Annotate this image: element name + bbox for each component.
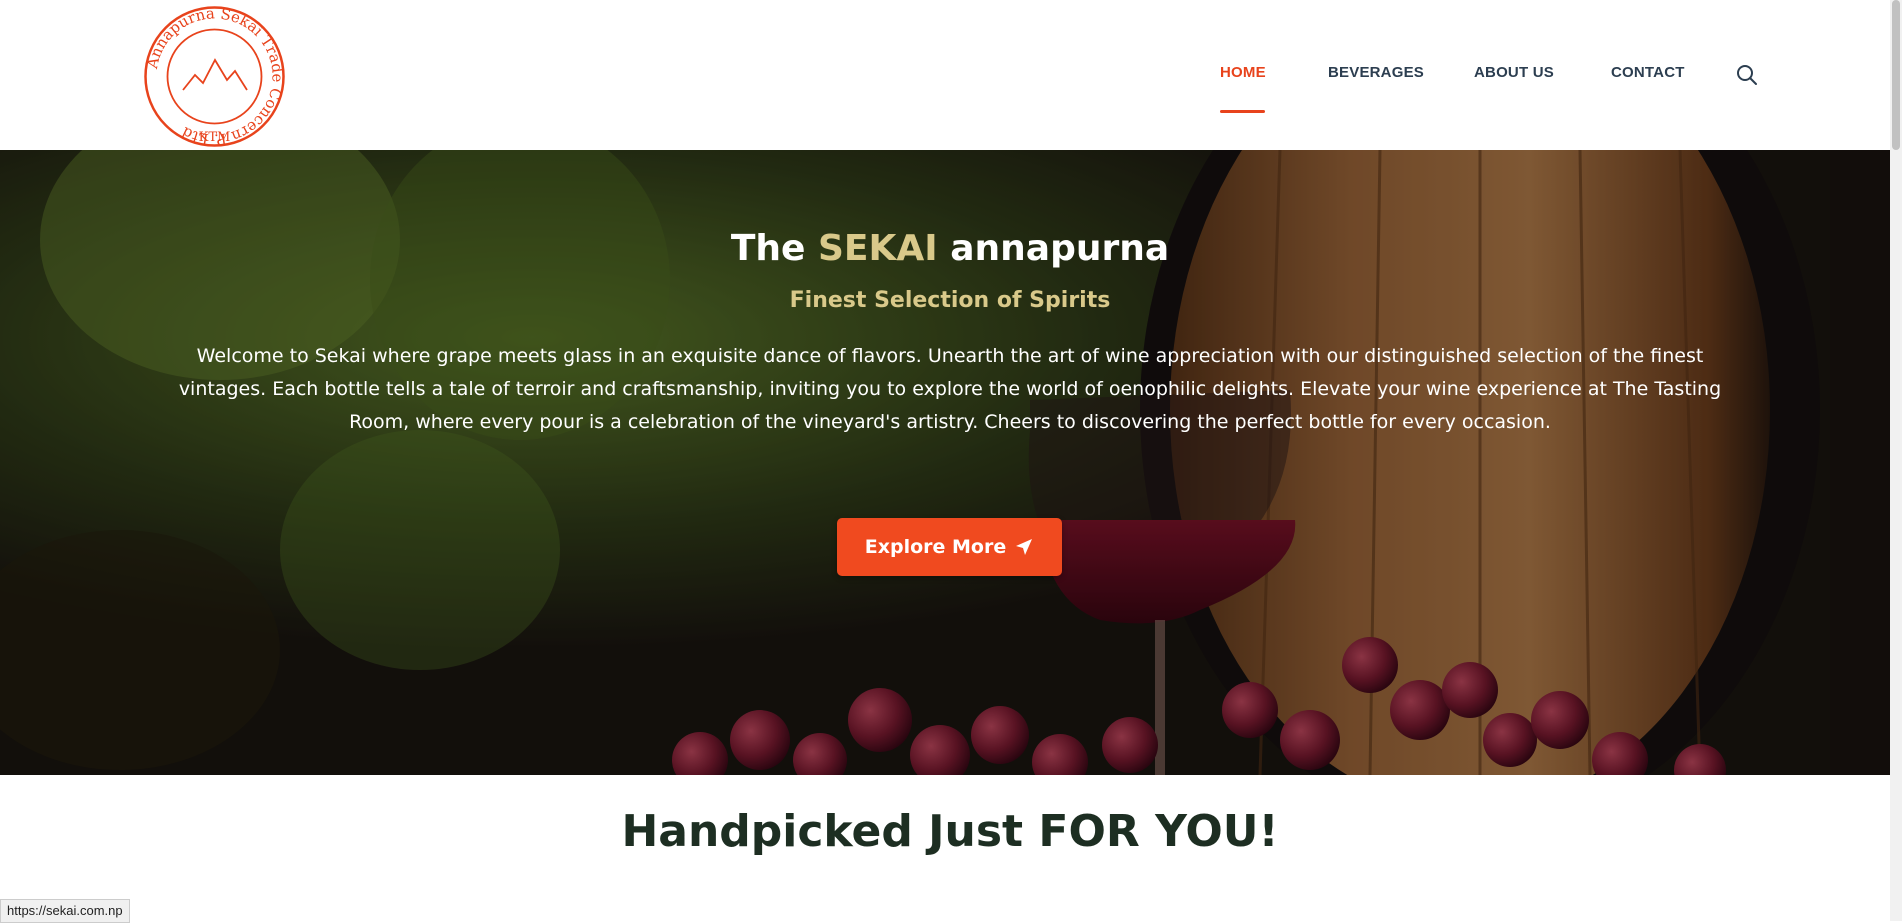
- active-nav-indicator: [1220, 110, 1265, 113]
- section-title: Handpicked Just FOR YOU!: [621, 806, 1279, 857]
- nav-item-contact[interactable]: CONTACT: [1611, 64, 1685, 81]
- hero-banner: The SEKAI annapurna Finest Selection of …: [0, 150, 1902, 775]
- hero-subtitle: Finest Selection of Spirits: [789, 288, 1111, 313]
- status-bar-url: https://sekai.com.np: [0, 899, 130, 923]
- nav-item-home[interactable]: HOME: [1220, 64, 1266, 81]
- explore-more-button[interactable]: Explore More: [837, 518, 1062, 576]
- page-scrollbar[interactable]: [1890, 0, 1902, 921]
- hero-title: The SEKAI annapurna: [0, 228, 1900, 269]
- hero-title-suffix: annapurna: [950, 228, 1170, 269]
- paper-plane-icon: [1016, 539, 1033, 555]
- nav-item-about-us[interactable]: ABOUT US: [1474, 64, 1554, 81]
- scrollbar-thumb[interactable]: [1892, 0, 1900, 150]
- site-header: Annapurna Sekai Trade Concern P. Ltd KTM…: [0, 0, 1902, 150]
- explore-more-label: Explore More: [864, 536, 1007, 558]
- hero-description: Welcome to Sekai where grape meets glass…: [178, 345, 1722, 433]
- search-icon[interactable]: [1736, 64, 1758, 86]
- main-nav: HOME BEVERAGES ABOUT US CONTACT: [0, 0, 1902, 150]
- hero-title-accent: SEKAI: [818, 228, 938, 269]
- nav-item-beverages[interactable]: BEVERAGES: [1328, 64, 1424, 81]
- hero-title-prefix: The: [730, 228, 806, 269]
